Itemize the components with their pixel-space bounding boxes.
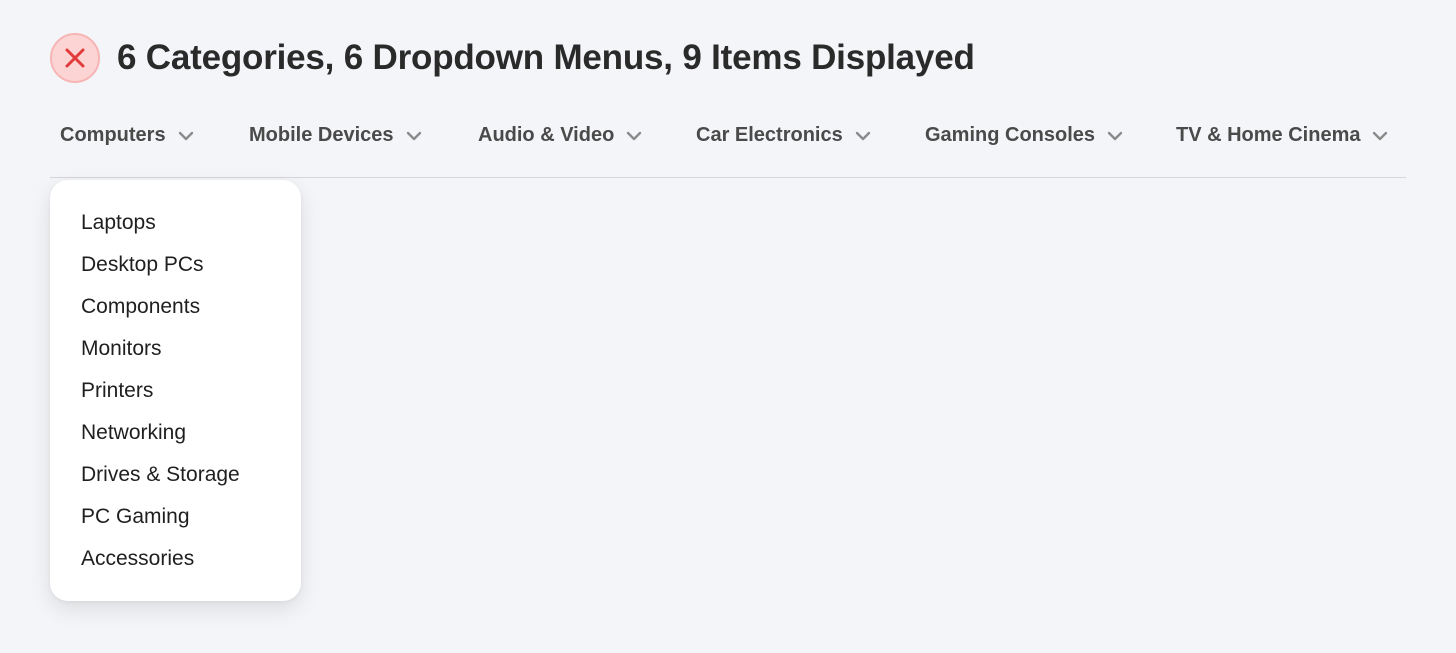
nav-item-label: Gaming Consoles xyxy=(925,124,1096,146)
chevron-down-icon xyxy=(406,131,422,141)
close-icon[interactable] xyxy=(50,33,100,83)
nav-item-label: Car Electronics xyxy=(696,124,843,146)
nav-item-label: Computers xyxy=(60,124,166,146)
nav-item-computers[interactable]: Computers xyxy=(60,124,194,147)
menu-item-laptops[interactable]: Laptops xyxy=(50,207,301,249)
nav-item-label: Mobile Devices xyxy=(249,124,394,146)
menu-item-desktop-pcs[interactable]: Desktop PCs xyxy=(50,249,301,291)
menu-item-monitors[interactable]: Monitors xyxy=(50,333,301,375)
menu-item-accessories[interactable]: Accessories xyxy=(50,543,301,585)
computers-dropdown-menu: Laptops Desktop PCs Components Monitors … xyxy=(50,180,301,601)
menu-item-printers[interactable]: Printers xyxy=(50,375,301,417)
chevron-down-icon xyxy=(1107,131,1123,141)
page-title: 6 Categories, 6 Dropdown Menus, 9 Items … xyxy=(117,38,975,77)
nav-item-car-electronics[interactable]: Car Electronics xyxy=(696,124,871,147)
nav-item-label: Audio & Video xyxy=(478,124,615,146)
menu-item-components[interactable]: Components xyxy=(50,291,301,333)
chevron-down-icon xyxy=(626,131,642,141)
category-nav: Computers Mobile Devices Audio & Video C… xyxy=(50,100,1406,178)
chevron-down-icon xyxy=(1372,131,1388,141)
header: 6 Categories, 6 Dropdown Menus, 9 Items … xyxy=(50,33,975,83)
nav-item-label: TV & Home Cinema xyxy=(1176,124,1361,146)
chevron-down-icon xyxy=(855,131,871,141)
nav-item-gaming-consoles[interactable]: Gaming Consoles xyxy=(925,124,1123,147)
menu-item-networking[interactable]: Networking xyxy=(50,417,301,459)
nav-item-tv-home-cinema[interactable]: TV & Home Cinema xyxy=(1176,124,1388,147)
nav-item-mobile-devices[interactable]: Mobile Devices xyxy=(249,124,422,147)
nav-item-audio-video[interactable]: Audio & Video xyxy=(478,124,642,147)
chevron-down-icon xyxy=(178,131,194,141)
menu-item-drives-storage[interactable]: Drives & Storage xyxy=(50,459,301,501)
menu-item-pc-gaming[interactable]: PC Gaming xyxy=(50,501,301,543)
